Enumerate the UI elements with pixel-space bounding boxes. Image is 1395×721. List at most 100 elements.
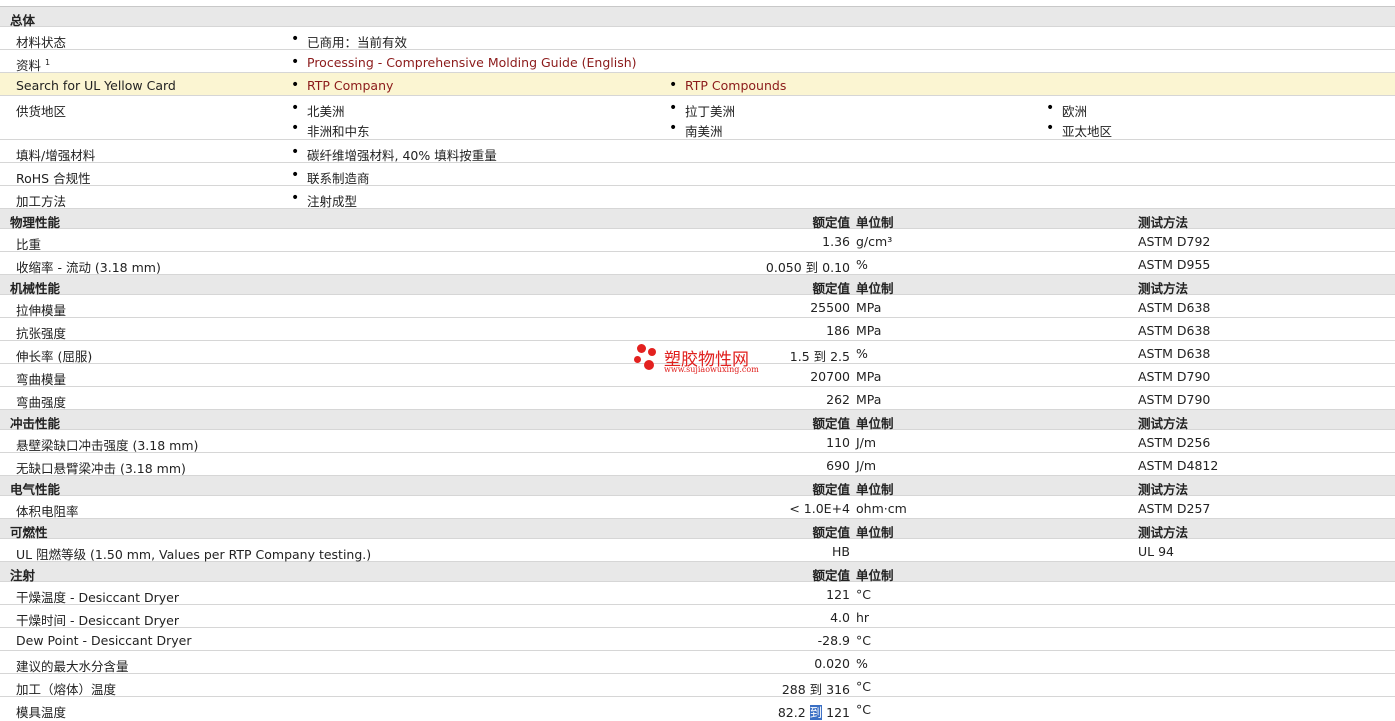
rtp-compounds-link[interactable]: RTP Compounds [669, 77, 786, 93]
property-value: 4.0 [830, 610, 850, 625]
property-unit: g/cm³ [856, 234, 893, 249]
property-row: 比重 1.36 g/cm³ ASTM D792 [0, 229, 1395, 252]
property-unit: hr [856, 610, 870, 625]
property-value: 186 [826, 323, 850, 338]
property-test: ASTM D256 [1138, 435, 1211, 450]
property-test: ASTM D638 [1138, 323, 1211, 338]
section-mechanical-header: 机械性能 额定值 单位制 测试方法 [0, 275, 1395, 296]
section-physical-header: 物理性能 额定值 单位制 测试方法 [0, 209, 1395, 230]
property-label: 干燥时间 - Desiccant Dryer [16, 613, 179, 628]
property-value: 0.020 [814, 656, 850, 671]
property-test: ASTM D638 [1138, 300, 1211, 315]
row-value: 注射成型 [291, 190, 357, 210]
property-test: ASTM D257 [1138, 501, 1211, 516]
property-row: 弯曲强度 262 MPa ASTM D790 [0, 387, 1395, 410]
row-filler: 填料/增强材料 碳纤维增强材料, 40% 填料按重量 [0, 140, 1395, 163]
property-label: UL 阻燃等级 (1.50 mm, Values per RTP Company… [16, 547, 372, 562]
property-row: 体积电阻率 < 1.0E+4 ohm·cm ASTM D257 [0, 496, 1395, 519]
property-label: 抗张强度 [16, 326, 67, 341]
property-unit: MPa [856, 323, 882, 338]
logo-dot [637, 344, 646, 353]
property-value: HB [832, 544, 850, 559]
section-electrical-header: 电气性能 额定值 单位制 测试方法 [0, 476, 1395, 497]
section-flammability-header: 可燃性 额定值 单位制 测试方法 [0, 519, 1395, 540]
property-row: 抗张强度 186 MPa ASTM D638 [0, 318, 1395, 341]
region-item: 欧洲 [1046, 100, 1087, 120]
property-label: 弯曲强度 [16, 395, 67, 410]
property-unit: MPa [856, 392, 882, 407]
property-row: 收缩率 - 流动 (3.18 mm) 0.050 到 0.10 % ASTM D… [0, 252, 1395, 275]
property-unit: % [856, 257, 868, 272]
property-value: 1.5 到 2.5 [789, 349, 850, 364]
property-unit: °C [856, 702, 871, 717]
row-supply-regions: 供货地区 北美洲 拉丁美洲 欧洲 非洲和中东 南美洲 亚太地区 [0, 96, 1395, 140]
top-border [0, 0, 1395, 7]
property-test: ASTM D4812 [1138, 458, 1219, 473]
property-row: 悬壁梁缺口冲击强度 (3.18 mm) 110 J/m ASTM D256 [0, 430, 1395, 453]
property-value: 110 [826, 435, 850, 450]
property-label: 比重 [16, 237, 42, 252]
property-row: 无缺口悬臂梁冲击 (3.18 mm) 690 J/m ASTM D4812 [0, 453, 1395, 476]
region-item: 南美洲 [669, 120, 722, 140]
property-test: UL 94 [1138, 544, 1174, 559]
property-value[interactable]: 82.2 到 121 [778, 702, 850, 721]
row-material-status: 材料状态 已商用：当前有效 [0, 27, 1395, 50]
property-row: 加工（熔体）温度 288 到 316 °C [0, 674, 1395, 697]
property-test: ASTM D955 [1138, 257, 1211, 272]
row-label: 材料状态 [16, 35, 67, 50]
property-label: 加工（熔体）温度 [16, 682, 117, 697]
datasheet: 总体 材料状态 已商用：当前有效 资料 1 Processing - Compr… [0, 0, 1395, 720]
property-row: 拉伸模量 25500 MPa ASTM D638 [0, 295, 1395, 318]
row-processing-method: 加工方法 注射成型 [0, 186, 1395, 209]
property-unit: J/m [856, 458, 877, 473]
row-label: 填料/增强材料 [16, 148, 96, 163]
rtp-company-link[interactable]: RTP Company [291, 77, 393, 93]
property-unit: MPa [856, 369, 882, 384]
row-rohs: RoHS 合规性 联系制造商 [0, 163, 1395, 186]
property-test: ASTM D638 [1138, 346, 1211, 361]
logo-dot [648, 348, 656, 356]
property-value: 20700 [810, 369, 850, 384]
property-label: 模具温度 [16, 705, 67, 720]
property-label: 无缺口悬臂梁冲击 (3.18 mm) [16, 461, 186, 476]
property-label: 收缩率 - 流动 (3.18 mm) [16, 260, 161, 275]
property-label: 干燥温度 - Desiccant Dryer [16, 590, 179, 605]
property-value: 1.36 [822, 234, 850, 249]
property-row: Dew Point - Desiccant Dryer -28.9 °C [0, 628, 1395, 651]
property-label: 弯曲模量 [16, 372, 67, 387]
property-unit: ohm·cm [856, 501, 907, 516]
property-row: 干燥时间 - Desiccant Dryer 4.0 hr [0, 605, 1395, 628]
region-item: 拉丁美洲 [669, 100, 735, 120]
region-item: 北美洲 [291, 100, 344, 120]
property-unit: °C [856, 679, 871, 694]
property-unit: °C [856, 587, 871, 602]
property-label: 体积电阻率 [16, 504, 79, 519]
selected-text: 到 [809, 705, 823, 720]
molding-guide-link[interactable]: Processing - Comprehensive Molding Guide… [291, 54, 637, 70]
property-unit: MPa [856, 300, 882, 315]
property-value: 0.050 到 0.10 [765, 260, 850, 275]
section-injection-header: 注射 额定值 单位制 [0, 562, 1395, 583]
logo-dot [634, 356, 641, 363]
property-test: ASTM D792 [1138, 234, 1211, 249]
property-unit: °C [856, 633, 871, 648]
property-row: 建议的最大水分含量 0.020 % [0, 651, 1395, 674]
row-value: 已商用：当前有效 [291, 31, 407, 51]
region-item: 亚太地区 [1046, 120, 1112, 140]
watermark-url: www.sujiaowuxing.com [664, 365, 759, 374]
property-label: 伸长率 (屈服) [16, 349, 93, 364]
property-value: 288 到 316 [781, 682, 850, 697]
property-unit: % [856, 656, 868, 671]
row-label: 供货地区 [16, 104, 67, 119]
row-ul-yellow-card: Search for UL Yellow Card RTP Company RT… [0, 73, 1395, 96]
property-test: ASTM D790 [1138, 392, 1211, 407]
row-label: Search for UL Yellow Card [16, 78, 176, 93]
watermark-logo: 塑胶物性网 www.sujiaowuxing.com [633, 342, 773, 378]
property-label: 拉伸模量 [16, 303, 67, 318]
property-test: ASTM D790 [1138, 369, 1211, 384]
row-label: 资料 1 [16, 57, 51, 73]
property-label: 建议的最大水分含量 [16, 659, 129, 674]
row-label: RoHS 合规性 [16, 171, 91, 186]
property-unit: J/m [856, 435, 877, 450]
property-row: UL 阻燃等级 (1.50 mm, Values per RTP Company… [0, 539, 1395, 562]
